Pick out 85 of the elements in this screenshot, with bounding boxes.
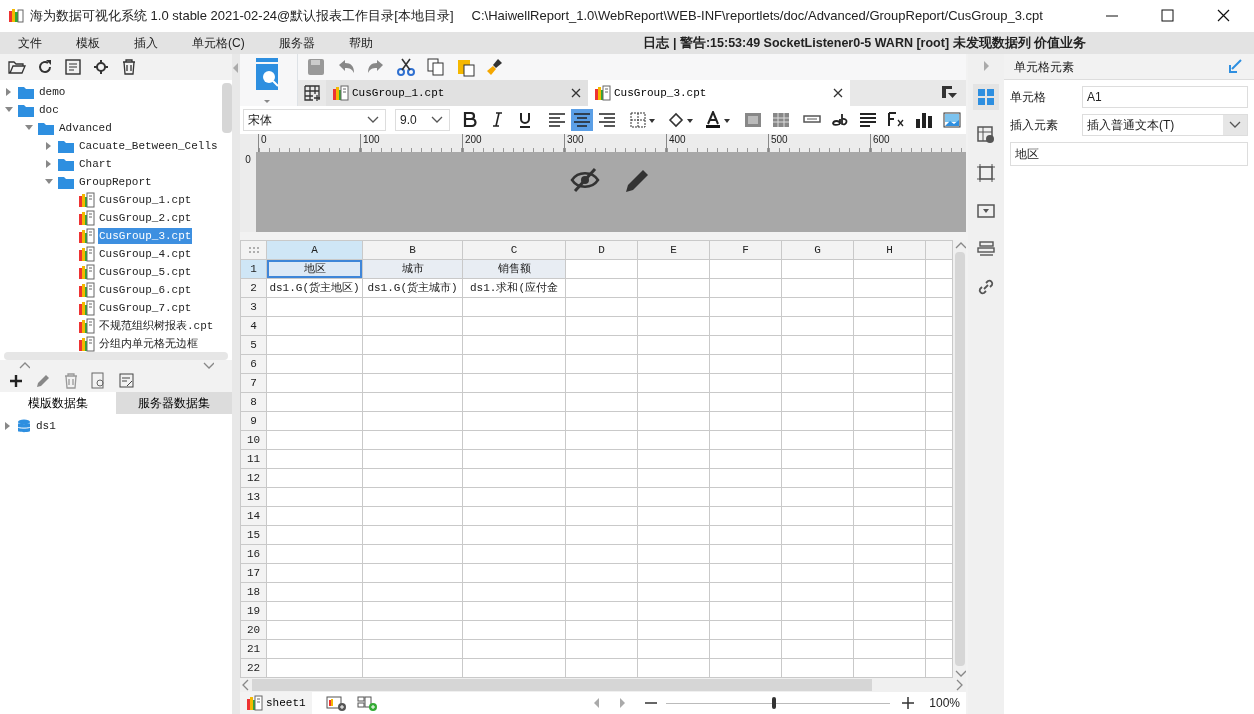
menu-item[interactable]: 服务器 [266, 34, 327, 52]
report-file-icon [78, 336, 95, 352]
tree-item[interactable]: doc [38, 101, 60, 119]
menu-item[interactable]: 帮助 [336, 34, 385, 52]
panel-title: 单元格元素 [1014, 58, 1074, 76]
tree-item[interactable]: CusGroup_1.cpt [98, 191, 193, 209]
field-label: 插入元素 [1010, 117, 1059, 134]
collapse-up-icon[interactable] [18, 360, 30, 370]
app-logo-icon [8, 8, 24, 24]
menu-item[interactable]: 模板 [64, 34, 112, 52]
tree-item[interactable]: CusGroup_4.cpt [98, 245, 193, 263]
slider-thumb[interactable] [771, 696, 776, 709]
report-file-icon [78, 210, 95, 226]
font-family-select[interactable]: 宋体 [243, 109, 386, 131]
column-header[interactable]: C [462, 240, 566, 260]
tree-item[interactable]: Advanced [58, 119, 113, 137]
report-file-icon [78, 192, 95, 208]
field-label: 单元格 [1010, 89, 1047, 106]
dataset-tab[interactable]: 服务器数据集 [116, 392, 232, 414]
ruler-tick-label: 400 [666, 134, 768, 152]
table-cell[interactable]: ds1.G(货主地区) [266, 278, 363, 298]
scrollbar[interactable] [953, 240, 966, 678]
column-header[interactable]: D [565, 240, 638, 260]
sheet-tab[interactable]: sheet1 [240, 692, 312, 714]
tree-item[interactable]: CusGroup_2.cpt [98, 209, 193, 227]
column-header[interactable]: A [266, 240, 363, 260]
report-file-icon [246, 695, 263, 711]
column-header[interactable]: H [853, 240, 926, 260]
tree-item[interactable]: CusGroup_7.cpt [98, 299, 193, 317]
database-icon [16, 418, 32, 434]
tree-item[interactable]: Cacuate_Between_Cells [78, 137, 219, 155]
scroll-down-icon[interactable] [953, 668, 966, 678]
scrollbar[interactable] [240, 678, 966, 692]
select-field[interactable]: 插入普通文本(T) [1082, 114, 1248, 136]
column-header[interactable]: E [637, 240, 710, 260]
folder-icon [57, 138, 75, 154]
ruler-tick-label: 500 [768, 134, 870, 152]
menu-item[interactable]: 单元格(C) [180, 34, 257, 52]
tree-item[interactable]: Chart [78, 155, 113, 173]
folder-icon [17, 84, 35, 100]
report-file-icon [78, 318, 95, 334]
input-field[interactable]: A1 [1082, 86, 1248, 108]
close-icon[interactable] [832, 87, 844, 99]
window-title: 海为数据可视化系统 1.0 stable 2021-02-24@默认报表工作目录[本地目录] [30, 7, 454, 26]
tree-item[interactable]: 不规范组织树报表.cpt [98, 317, 215, 335]
table-cell[interactable]: ds1.求和(应付金 [462, 278, 566, 298]
column-header[interactable]: B [362, 240, 463, 260]
folder-icon [17, 102, 35, 118]
folder-icon [37, 120, 55, 136]
tree-item[interactable]: CusGroup_5.cpt [98, 263, 193, 281]
text-field[interactable]: 地区 [1010, 142, 1248, 166]
zoom-percent: 100% [929, 695, 960, 712]
ruler-tick-label: 200 [462, 134, 564, 152]
expand-down-icon[interactable] [202, 360, 214, 370]
report-file-icon [594, 85, 611, 101]
folder-icon [57, 156, 75, 172]
menu-item[interactable]: 插入 [122, 34, 170, 52]
tree-item[interactable]: CusGroup_6.cpt [98, 281, 193, 299]
menu-item[interactable]: 文件 [6, 34, 54, 52]
tree-item[interactable]: 分组内单元格无边框 [98, 335, 199, 352]
document-tab[interactable]: CusGroup_1.cpt [326, 80, 588, 106]
report-file-icon [78, 246, 95, 262]
report-file-icon [78, 282, 95, 298]
report-file-icon [78, 300, 95, 316]
dataset-item[interactable]: ds1 [35, 417, 57, 435]
table-cell[interactable]: ds1.G(货主城市) [362, 278, 463, 298]
document-tab[interactable]: CusGroup_3.cpt [588, 80, 850, 106]
report-file-icon [78, 264, 95, 280]
file-path: C:\HaiwellReport_1.0\WebReport\WEB-INF\reportlets/doc/Advanced/GroupReport/CusGroup_3.cpt [471, 7, 1043, 26]
tree-item[interactable]: GroupReport [78, 173, 153, 191]
log-message: 日志 | 警告:15:53:49 SocketListener0-5 WARN [root] 未发现数据列 价值业务 [643, 34, 1086, 52]
report-file-icon [332, 85, 349, 101]
column-header[interactable]: F [709, 240, 782, 260]
ruler-tick-label: 0 [245, 154, 251, 165]
ruler-tick-label: 300 [564, 134, 666, 152]
column-header[interactable]: G [781, 240, 854, 260]
scroll-up-icon[interactable] [953, 240, 966, 250]
tree-item[interactable]: demo [38, 83, 67, 101]
ruler-tick-label: 100 [360, 134, 462, 152]
ruler-tick-label: 0 [258, 134, 360, 152]
font-size-select[interactable]: 9.0 [395, 109, 450, 131]
folder-icon [57, 174, 75, 190]
scrollbar[interactable] [4, 352, 228, 360]
report-file-icon [78, 228, 95, 244]
close-icon[interactable] [570, 87, 582, 99]
